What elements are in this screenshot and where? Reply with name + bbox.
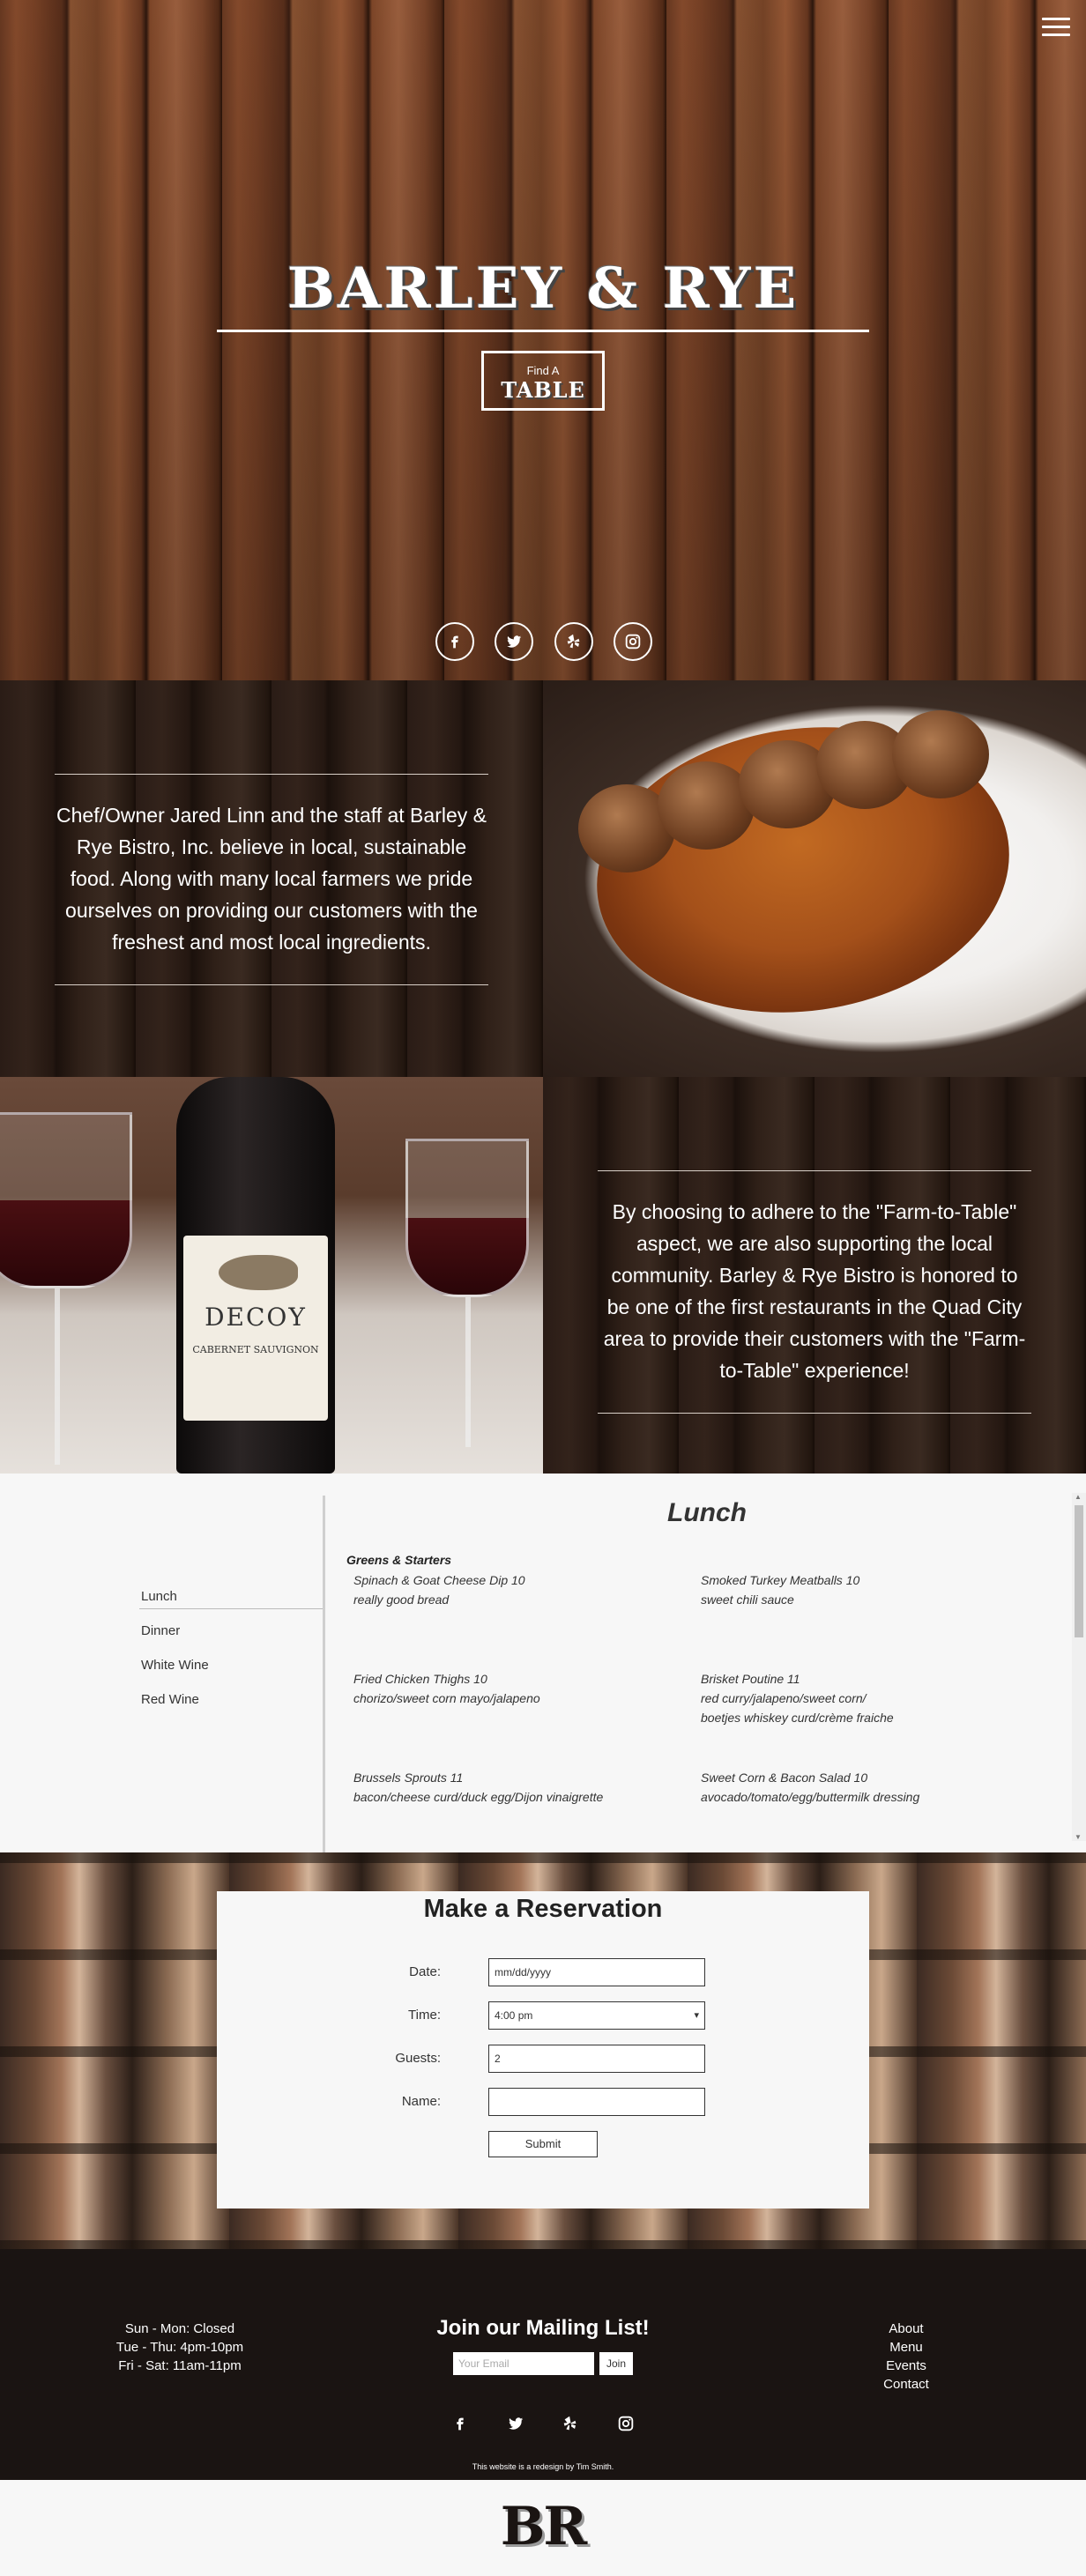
site-title: BARLEY & RYE [286,256,800,322]
footer-link-about[interactable]: About [871,2320,941,2338]
find-table-big-label: TABLE [501,377,585,403]
yelp-icon[interactable] [560,2413,581,2434]
footer-link-menu[interactable]: Menu [871,2338,941,2357]
meatball [892,710,989,798]
menu-tab-lunch[interactable]: Lunch [139,1588,323,1609]
instagram-icon[interactable] [613,622,652,661]
menu-tab-dinner[interactable]: Dinner [139,1622,323,1657]
menu-item: Smoked Turkey Meatballs 10 sweet chili s… [701,1570,1018,1609]
wine-label-variety: CABERNET SAUVIGNON [192,1344,319,1355]
hamburger-menu-icon[interactable] [1042,18,1070,37]
wine-label: DECOY CABERNET SAUVIGNON [183,1236,328,1421]
menu-item-description: avocado/tomato/egg/buttermilk dressing [701,1790,920,1804]
footer: Sun - Mon: Closed Tue - Thu: 4pm-10pm Fr… [0,2249,1086,2480]
about-panel-1: Chef/Owner Jared Linn and the staff at B… [0,680,543,1077]
site-credit: This website is a redesign by Tim Smith. [472,2462,614,2471]
yelp-icon[interactable] [554,622,593,661]
menu-tab-red-wine[interactable]: Red Wine [139,1691,323,1726]
menu-tab-white-wine[interactable]: White Wine [139,1657,323,1691]
meatballs-dish-photo [543,680,1086,1077]
menu-item-description: really good bread [353,1592,450,1607]
wine-glass-stem [55,1288,60,1465]
hero-section: BARLEY & RYE Find A TABLE [0,0,1086,680]
menu-section: Lunch Dinner White Wine Red Wine Lunch G… [0,1474,1086,1852]
wine-bottle-photo: DECOY CABERNET SAUVIGNON [0,1077,543,1474]
footer-social-links [450,2413,636,2434]
facebook-icon[interactable] [435,622,474,661]
menu-item: Brisket Poutine 11 red curry/jalapeno/sw… [701,1669,1018,1727]
about-text-local-food: Chef/Owner Jared Linn and the staff at B… [55,774,488,985]
menu-item-name: Sweet Corn & Bacon Salad 10 [701,1771,868,1785]
facebook-icon[interactable] [450,2413,471,2434]
find-table-small-label: Find A [526,364,560,377]
date-input[interactable]: mm/dd/yyyy [488,1958,705,1986]
menu-item-name: Brussels Sprouts 11 [353,1771,464,1785]
menu-scrollbar[interactable]: ▲ ▼ [1072,1493,1086,1841]
wine-label-brand: DECOY [205,1303,307,1332]
menu-item-name: Fried Chicken Thighs 10 [353,1672,487,1686]
footer-nav: About Menu Events Contact [871,2320,941,2394]
email-input[interactable]: Your Email [453,2352,594,2375]
find-table-button[interactable]: Find A TABLE [481,351,605,411]
instagram-icon[interactable] [615,2413,636,2434]
menu-item: Sweet Corn & Bacon Salad 10 avocado/toma… [701,1768,1018,1807]
menu-item-description: red curry/jalapeno/sweet corn/ [701,1691,867,1705]
menu-item-description: chorizo/sweet corn mayo/jalapeno [353,1691,540,1705]
guests-input[interactable]: 2 [488,2045,705,2073]
submit-button[interactable]: Submit [488,2131,598,2157]
reservation-form: Make a Reservation Date: mm/dd/yyyy Time… [217,1891,869,2209]
scrollbar-thumb[interactable] [1075,1505,1083,1637]
menu-item-description: sweet chili sauce [701,1592,794,1607]
about-panel-2: By choosing to adhere to the "Farm-to-Ta… [543,1077,1086,1474]
twitter-icon[interactable] [505,2413,526,2434]
menu-divider [323,1496,325,1852]
hours-line: Tue - Thu: 4pm-10pm [115,2340,244,2355]
join-button[interactable]: Join [599,2352,633,2375]
menu-item-name: Smoked Turkey Meatballs 10 [701,1573,860,1587]
menu-section-heading: Greens & Starters [346,1553,452,1567]
scroll-down-arrow-icon[interactable]: ▼ [1075,1833,1082,1841]
menu-item: Fried Chicken Thighs 10 chorizo/sweet co… [353,1669,671,1708]
scroll-up-arrow-icon[interactable]: ▲ [1075,1493,1082,1501]
wine-bottle: DECOY CABERNET SAUVIGNON [176,1077,335,1474]
hero-social-links [435,622,652,661]
menu-item-name: Spinach & Goat Cheese Dip 10 [353,1573,525,1587]
logo-band: BR [0,2480,1086,2576]
footer-link-contact[interactable]: Contact [871,2375,941,2394]
br-logo[interactable]: BR [0,2496,1086,2557]
twitter-icon[interactable] [495,622,534,661]
wine-glass-stem [465,1297,471,1447]
menu-item: Spinach & Goat Cheese Dip 10 really good… [353,1570,671,1609]
date-label: Date: [409,1964,441,1979]
guests-label: Guests: [395,2051,441,2066]
time-label: Time: [408,2008,441,2023]
menu-item-description-cont: boetjes whiskey curd/crème fraiche [701,1711,894,1725]
footer-link-events[interactable]: Events [871,2357,941,2375]
menu-item-description: bacon/cheese curd/duck egg/Dijon vinaigr… [353,1790,604,1804]
menu-category-nav: Lunch Dinner White Wine Red Wine [139,1588,323,1726]
duck-illustration [219,1255,298,1290]
wine-glass [0,1112,132,1288]
menu-item: Brussels Sprouts 11 bacon/cheese curd/du… [353,1768,671,1807]
reservation-title: Make a Reservation [423,1895,663,1923]
name-input[interactable] [488,2088,705,2116]
menu-title: Lunch [667,1498,747,1527]
time-select[interactable]: 4:00 pm [488,2001,705,2030]
menu-item-name: Brisket Poutine 11 [701,1672,800,1686]
about-text-farm-to-table: By choosing to adhere to the "Farm-to-Ta… [598,1170,1031,1414]
name-label: Name: [401,2094,441,2109]
wine-glass [405,1139,529,1297]
hero-divider [217,330,869,332]
hours-line: Fri - Sat: 11am-11pm [118,2358,242,2373]
